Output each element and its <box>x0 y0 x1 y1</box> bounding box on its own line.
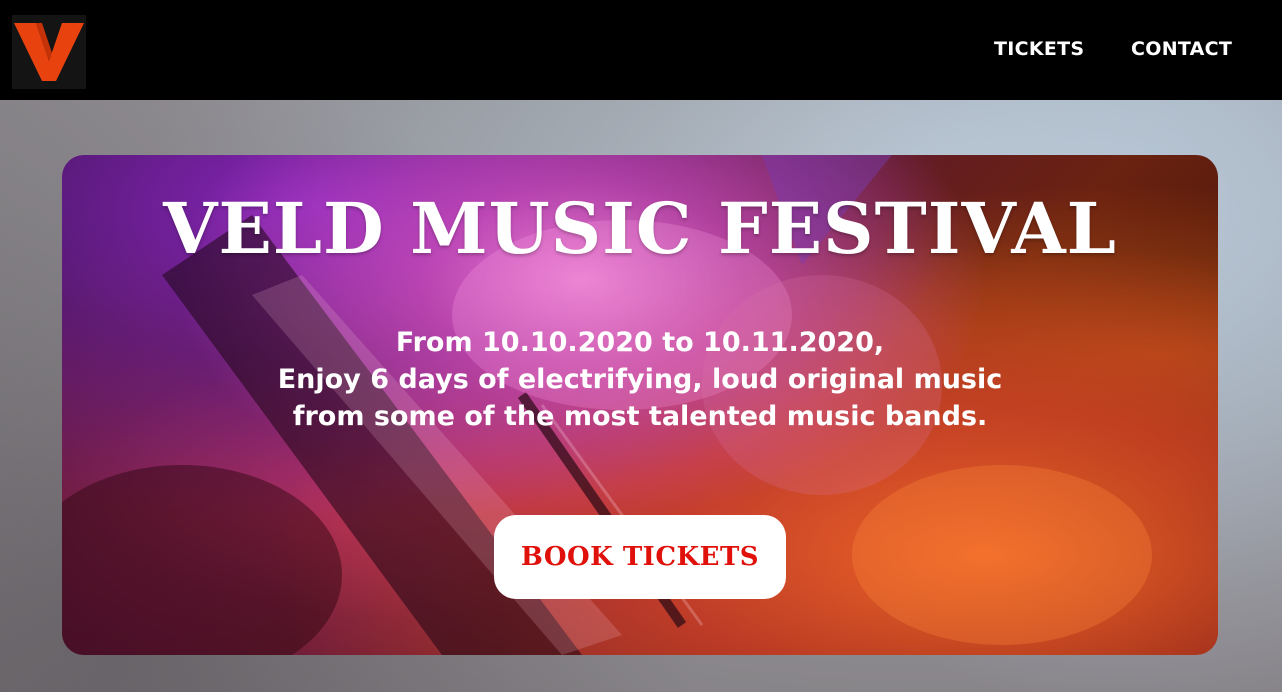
book-tickets-button[interactable]: BOOK TICKETS <box>494 515 786 599</box>
v-logo-icon <box>12 15 86 89</box>
hero-banner: VELD MUSIC FESTIVAL From 10.10.2020 to 1… <box>62 155 1218 655</box>
nav-link-tickets[interactable]: TICKETS <box>994 38 1084 60</box>
hero-description-line: Enjoy 6 days of electrifying, loud origi… <box>277 364 1003 395</box>
hero-dates-line: From 10.10.2020 to 10.11.2020, <box>395 327 885 358</box>
hero-description: From 10.10.2020 to 10.11.2020, Enjoy 6 d… <box>62 324 1218 435</box>
hero-description-line: from some of the most talented music ban… <box>292 401 988 432</box>
navbar: TICKETS CONTACT <box>0 0 1282 100</box>
hero-title: VELD MUSIC FESTIVAL <box>163 187 1117 270</box>
nav-link-contact[interactable]: CONTACT <box>1131 38 1232 60</box>
site-logo[interactable] <box>12 15 86 89</box>
